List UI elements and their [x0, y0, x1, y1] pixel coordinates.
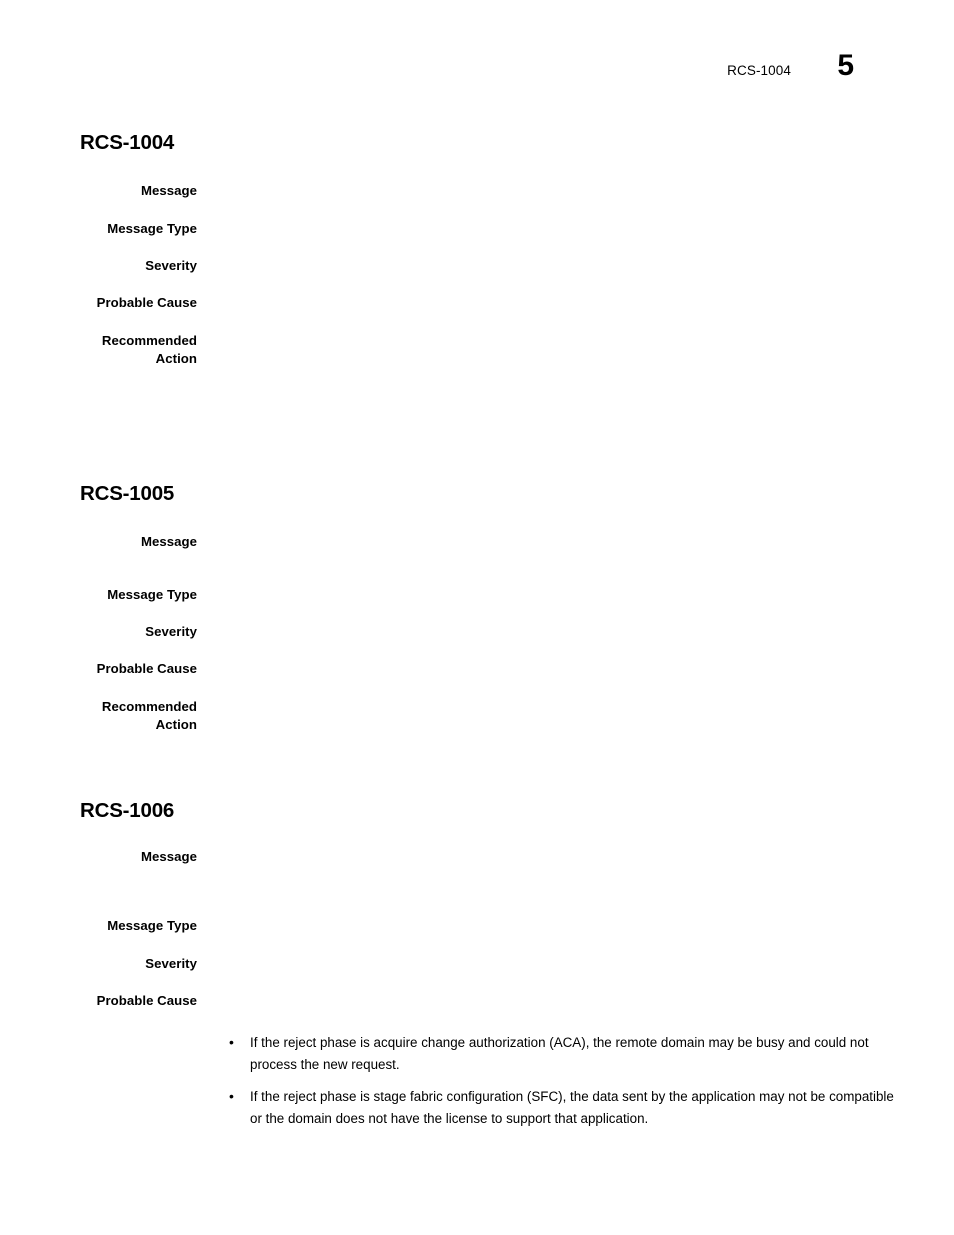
field-label: Message Type	[107, 587, 197, 602]
field-label: Message Type	[107, 918, 197, 933]
bullet-icon: •	[229, 1088, 234, 1104]
list-item: • If the reject phase is acquire change …	[0, 1032, 954, 1075]
page-number: 5	[837, 49, 854, 82]
list-item-text: If the reject phase is stage fabric conf…	[250, 1089, 894, 1126]
field-label: Probable Cause	[96, 661, 197, 676]
field-label: Recommended Action	[101, 333, 197, 366]
list-item-text: If the reject phase is acquire change au…	[250, 1035, 869, 1072]
field-label: Message	[140, 183, 197, 198]
section-title: RCS-1006	[80, 799, 175, 822]
header-reference: RCS-1004	[727, 63, 791, 78]
field-label: Probable Cause	[96, 295, 197, 310]
field-label: Severity	[145, 624, 197, 639]
page-header: RCS-1004 5	[0, 49, 954, 98]
field-label: Message	[140, 534, 197, 549]
field-label: Message	[140, 849, 197, 864]
field-label: Probable Cause	[96, 993, 197, 1008]
bullet-icon: •	[229, 1034, 234, 1050]
section-title: RCS-1004	[80, 131, 175, 154]
field-label: Message Type	[107, 221, 197, 236]
field-label: Severity	[145, 258, 197, 273]
list-item: • If the reject phase is stage fabric co…	[0, 1086, 954, 1129]
document-page: RCS-1004 5 RCS-1004 Message Message Type…	[0, 0, 954, 1235]
section-title: RCS-1005	[80, 482, 175, 505]
field-label: Severity	[145, 956, 197, 971]
probable-cause-bullet-list: • If the reject phase is acquire change …	[0, 1032, 954, 1129]
field-label: Recommended Action	[101, 699, 197, 732]
